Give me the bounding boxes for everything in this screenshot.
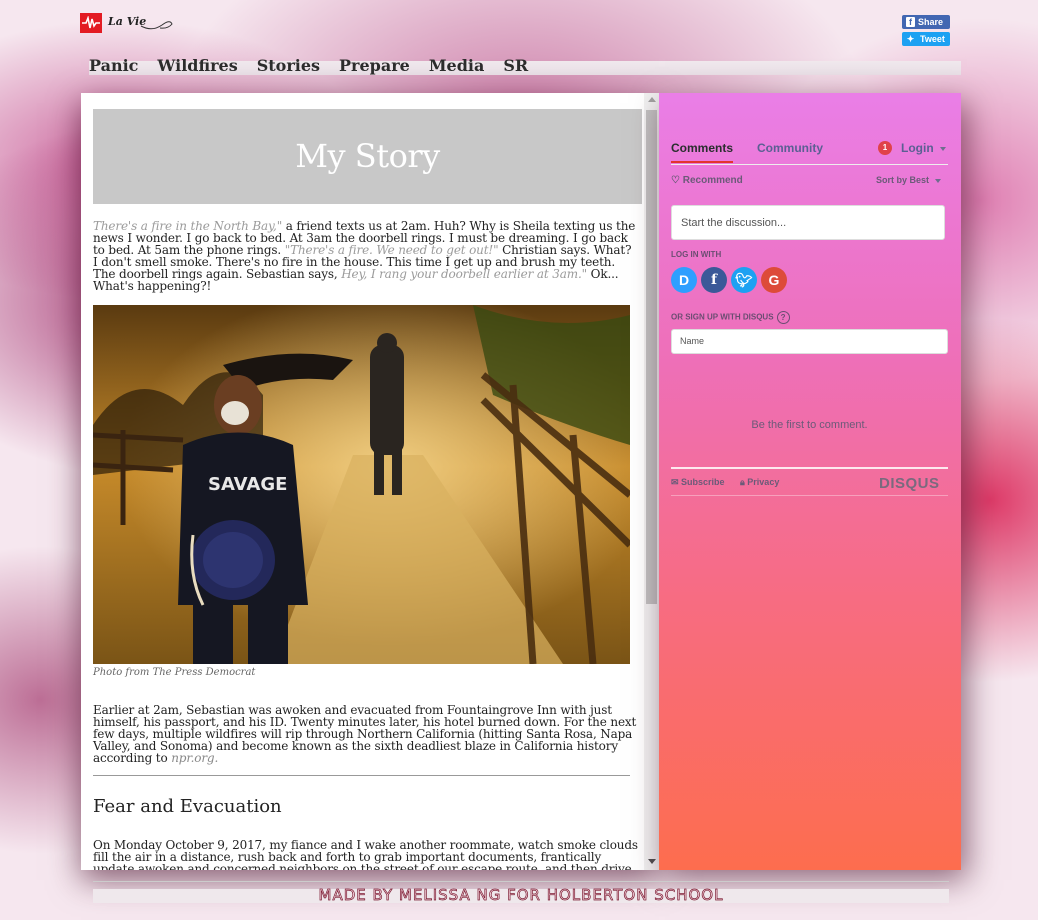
login-dropdown[interactable]: Login [901,141,946,155]
name-input[interactable]: Name [671,329,948,354]
privacy-link[interactable]: 🔒︎ Privacy [740,477,779,488]
photo-shirt-text: SAVAGE [208,474,287,495]
nav-item-panic[interactable]: Panic [89,56,138,75]
recommend-button[interactable]: ♡ Recommend [671,175,743,186]
tabs-divider [671,164,948,165]
wildfire-photo: SAVAGE [93,305,630,664]
section-heading: Fear and Evacuation [93,796,282,817]
twitter-icon[interactable]: 🐦︎ [731,267,757,293]
google-icon[interactable]: G [761,267,787,293]
tab-comments[interactable]: Comments [671,141,733,155]
disqus-icon[interactable]: D [671,267,697,293]
scroll-down-icon[interactable] [648,859,656,864]
heart-icon: ♡ [671,175,683,186]
story-paragraph-2: Earlier at 2am, Sebastian was awoken and… [93,703,637,765]
story-paragraph-3: On Monday October 9, 2017, my fiance and… [93,838,638,870]
nav-item-prepare[interactable]: Prepare [339,56,410,75]
scroll-up-icon[interactable] [648,97,656,102]
footer-divider [93,881,949,882]
story-panel[interactable]: My Story There's a fire in the North Bay… [81,93,659,870]
tweet-button[interactable]: ✦ Tweet [902,32,950,46]
chevron-down-icon [939,146,946,151]
story-scrollbar[interactable] [644,93,659,870]
sort-dropdown[interactable]: Sort by Best [876,175,942,185]
facebook-icon[interactable]: f [701,267,727,293]
facebook-share-button[interactable]: f Share [902,15,950,29]
active-tab-indicator [671,161,733,163]
site-footer: MADE BY MELISSA NG FOR HOLBERTON SCHOOL [93,881,949,905]
footer-credit: MADE BY MELISSA NG FOR HOLBERTON SCHOOL [318,886,724,905]
npr-link[interactable]: npr.org. [171,751,218,765]
social-share: f Share ✦ Tweet [902,15,950,46]
subscribe-link[interactable]: ✉ Subscribe [671,477,725,488]
signup-label: OR SIGN UP WITH DISQUS? [671,311,790,324]
login-with-label: LOG IN WITH [671,250,722,259]
page-title: My Story [295,137,440,175]
logo-swoosh-icon [140,21,173,30]
nav-item-wildfires[interactable]: Wildfires [157,56,237,75]
main-nav: Panic Wildfires Stories Prepare Media SR [89,56,961,76]
nav-item-sr[interactable]: SR [503,56,528,75]
twitter-icon: ✦ [906,34,915,44]
comments-bottom-divider [671,495,948,496]
comments-panel: Comments Community 1 Login ♡ Recommend S… [659,93,961,870]
help-icon[interactable]: ? [776,311,790,324]
photo-caption: Photo from The Press Democrat [93,667,256,678]
notification-badge[interactable]: 1 [878,141,892,155]
comments-footer-divider [671,467,948,469]
nav-item-media[interactable]: Media [429,56,485,75]
discussion-input[interactable]: Start the discussion... [671,205,945,240]
empty-comments-message: Be the first to comment. [751,419,868,431]
tab-community[interactable]: Community [757,141,823,155]
scroll-thumb[interactable] [646,110,657,604]
chevron-down-icon [935,178,942,183]
section-divider [93,775,630,776]
nav-item-stories[interactable]: Stories [257,56,320,75]
mail-icon: ✉ [671,477,682,487]
story-header: My Story [93,109,642,204]
logo-icon[interactable] [80,13,102,33]
disqus-logo[interactable]: DISQUS [879,475,940,492]
story-paragraph-1: There's a fire in the North Bay," a frie… [93,219,636,293]
facebook-icon: f [906,17,915,27]
